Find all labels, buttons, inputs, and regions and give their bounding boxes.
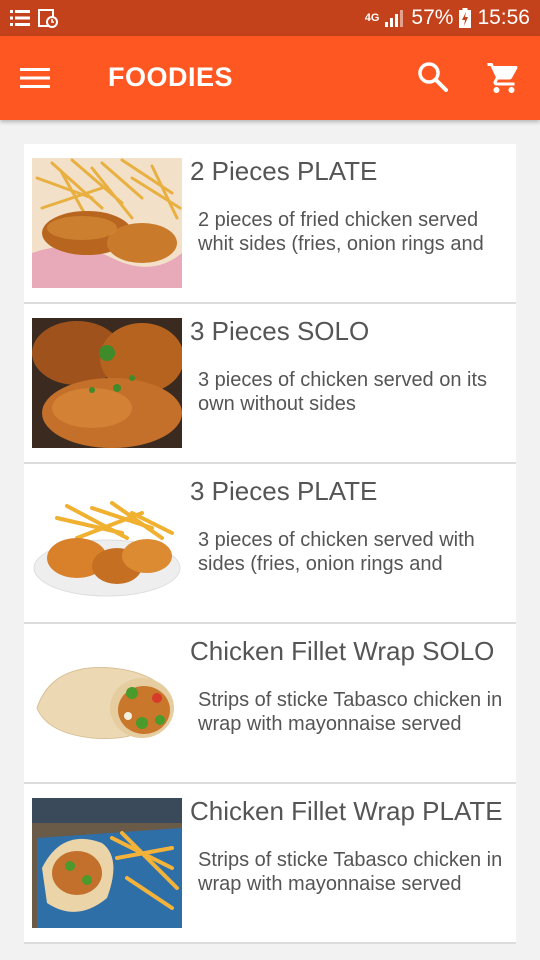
list-item[interactable]: Chicken Fillet Wrap PLATE Strips of stic… xyxy=(24,784,516,944)
app-bar: FOODIES xyxy=(0,36,540,120)
list-item[interactable]: 3 Pieces SOLO 3 pieces of chicken served… xyxy=(24,304,516,464)
item-title: Chicken Fillet Wrap SOLO xyxy=(190,636,495,666)
item-description: Strips of sticke Tabasco chicken in wrap… xyxy=(198,689,503,735)
clock: 15:56 xyxy=(477,6,530,29)
list-item[interactable]: Chicken Fillet Wrap SOLO Strips of stick… xyxy=(24,624,516,784)
chicken-plate-image xyxy=(32,478,182,608)
item-title: Chicken Fillet Wrap PLATE xyxy=(190,796,503,826)
list-item[interactable]: 2 Pieces PLATE 2 pieces of fried chicken… xyxy=(24,144,516,304)
item-title: 2 Pieces PLATE xyxy=(190,156,378,186)
search-icon xyxy=(418,62,448,92)
item-description: Strips of sticke Tabasco chicken in wrap… xyxy=(198,849,503,895)
chicken-wrap-image xyxy=(32,638,182,768)
search-button[interactable] xyxy=(416,60,450,94)
list-item[interactable]: 3 Pieces PLATE 3 pieces of chicken serve… xyxy=(24,464,516,624)
item-description: 3 pieces of chicken served with sides (f… xyxy=(198,529,475,575)
item-image xyxy=(32,638,182,768)
app-title: FOODIES xyxy=(108,62,234,92)
battery-charging-icon xyxy=(459,8,472,28)
item-title: 3 Pieces SOLO xyxy=(190,316,370,346)
wrap-plate-image xyxy=(32,798,182,928)
network-type: 4G xyxy=(364,12,380,24)
chicken-pieces-image xyxy=(32,318,182,448)
notification-list-icon xyxy=(10,10,30,26)
cart-button[interactable] xyxy=(486,60,522,96)
item-image xyxy=(32,798,182,928)
menu-icon xyxy=(20,68,50,88)
signal-icon xyxy=(385,10,404,27)
menu-button[interactable] xyxy=(20,63,50,93)
cart-icon xyxy=(487,63,518,93)
item-description: 3 pieces of chicken served on its own wi… xyxy=(198,369,488,415)
item-title: 3 Pieces PLATE xyxy=(190,476,378,506)
status-right: 4G 57% 15:56 xyxy=(365,6,530,30)
status-left xyxy=(10,8,58,28)
battery-percent: 57% xyxy=(411,6,454,29)
status-bar: 4G 57% 15:56 xyxy=(0,0,540,36)
item-description: 2 pieces of fried chicken served whit si… xyxy=(198,209,484,255)
item-image xyxy=(32,158,182,288)
item-image xyxy=(32,318,182,448)
menu-list: 2 Pieces PLATE 2 pieces of fried chicken… xyxy=(24,144,516,944)
item-image xyxy=(32,478,182,608)
calendar-notification-icon xyxy=(38,9,58,28)
fried-chicken-fries-image xyxy=(32,158,182,288)
